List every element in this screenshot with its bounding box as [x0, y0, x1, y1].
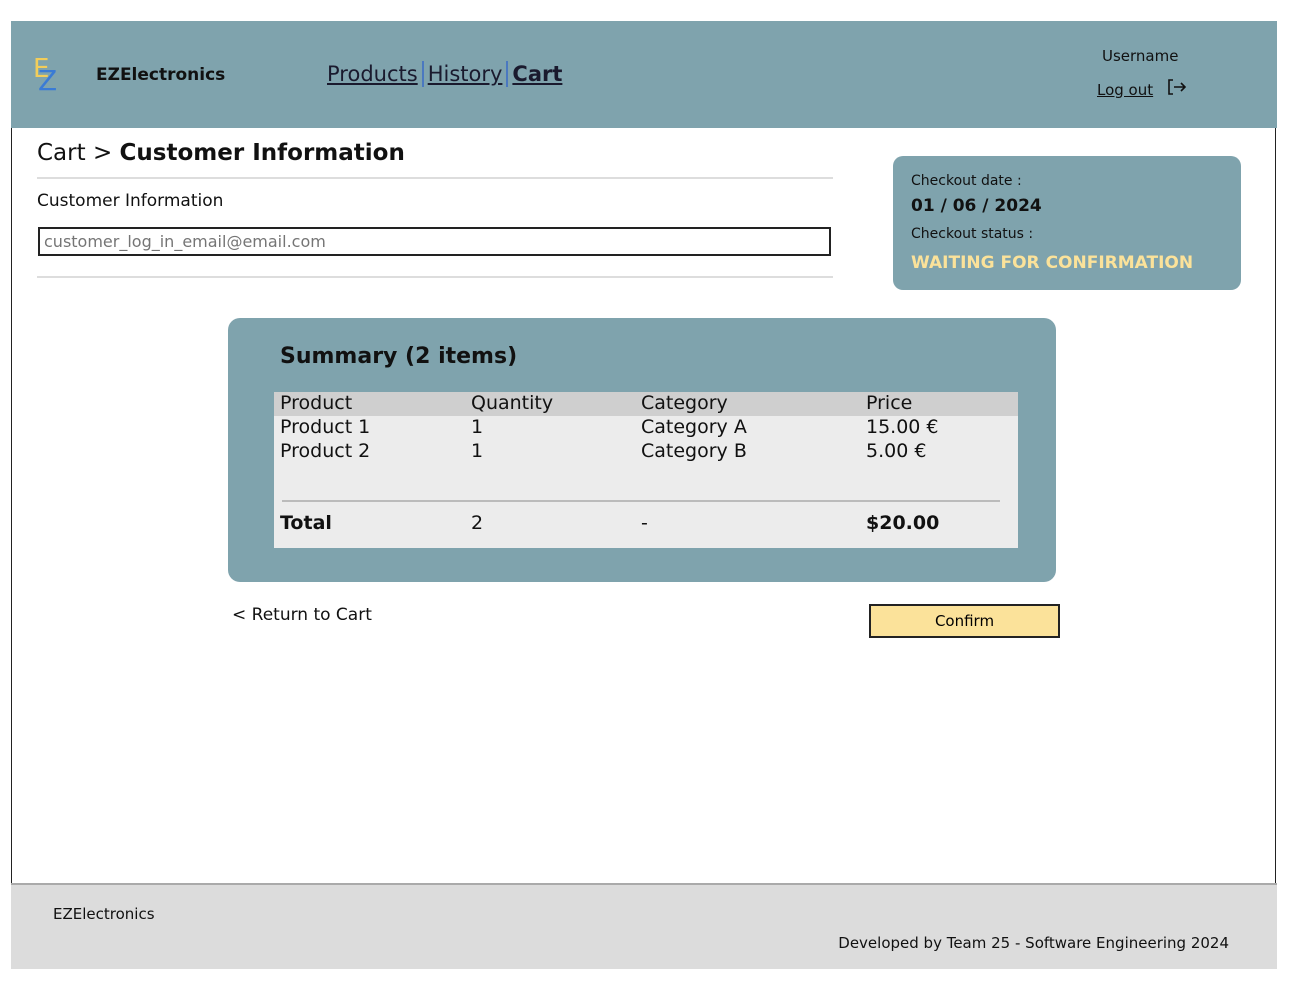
- confirm-button[interactable]: Confirm: [869, 604, 1060, 638]
- total-price: $20.00: [866, 512, 940, 534]
- summary-title: Summary (2 items): [280, 344, 518, 369]
- cell-price: 15.00 €: [866, 416, 939, 438]
- column-header: Price: [866, 392, 913, 414]
- divider: [37, 177, 833, 179]
- logout-arrow-icon[interactable]: [1167, 78, 1187, 101]
- breadcrumb-current: Customer Information: [119, 140, 405, 166]
- nav-separator: [506, 61, 509, 87]
- return-to-cart-link[interactable]: < Return to Cart: [232, 605, 372, 625]
- app-header: E Z EZElectronics Products History Cart …: [11, 21, 1277, 128]
- checkout-date-label: Checkout date :: [911, 173, 1022, 189]
- checkout-status-value: WAITING FOR CONFIRMATION: [911, 253, 1194, 273]
- column-header: Quantity: [471, 392, 554, 414]
- footer-brand: EZElectronics: [53, 905, 155, 923]
- total-label: Total: [280, 512, 332, 534]
- nav-separator: [421, 61, 424, 87]
- checkout-status-label: Checkout status :: [911, 226, 1034, 242]
- cell-category: Category B: [641, 440, 747, 462]
- checkout-info-panel: Checkout date : 01 / 06 / 2024 Checkout …: [893, 156, 1241, 290]
- total-quantity: 2: [471, 512, 484, 534]
- total-row: Total 2 - $20.00: [274, 512, 1018, 536]
- footer-credit: Developed by Team 25 - Software Engineer…: [838, 934, 1229, 952]
- total-category: -: [641, 512, 648, 534]
- breadcrumb-separator: >: [92, 140, 113, 166]
- nav-cart-link[interactable]: Cart: [512, 62, 562, 86]
- cell-price: 5.00 €: [866, 440, 927, 462]
- cell-product: Product 1: [280, 416, 371, 438]
- logo-letter-z: Z: [38, 64, 58, 97]
- table-header-row: Product Quantity Category Price: [274, 392, 1018, 416]
- app-footer: EZElectronics Developed by Team 25 - Sof…: [11, 883, 1277, 969]
- cell-category: Category A: [641, 416, 747, 438]
- checkout-date-value: 01 / 06 / 2024: [911, 196, 1042, 216]
- nav-history-link[interactable]: History: [428, 62, 503, 86]
- customer-info-label: Customer Information: [37, 191, 224, 211]
- table-row: Product 2 1 Category B 5.00 €: [274, 440, 1018, 464]
- column-header: Category: [641, 392, 728, 414]
- summary-table: Product Quantity Category Price Product …: [274, 392, 1018, 548]
- username-label: Username: [1102, 47, 1179, 65]
- order-summary-panel: Summary (2 items) Product Quantity Categ…: [228, 318, 1056, 582]
- logout-control[interactable]: Log out: [1097, 78, 1187, 101]
- cell-product: Product 2: [280, 440, 371, 462]
- cell-quantity: 1: [471, 416, 484, 438]
- logout-link[interactable]: Log out: [1097, 81, 1153, 99]
- divider: [37, 276, 833, 278]
- breadcrumb: Cart > Customer Information: [37, 140, 405, 166]
- nav-products-link[interactable]: Products: [327, 62, 418, 86]
- cell-quantity: 1: [471, 440, 484, 462]
- app-logo: E Z: [33, 54, 61, 97]
- customer-email-input[interactable]: [38, 227, 831, 256]
- table-row: Product 1 1 Category A 15.00 €: [274, 416, 1018, 440]
- main-nav: Products History Cart: [327, 61, 562, 87]
- table-divider: [282, 500, 1000, 502]
- breadcrumb-parent[interactable]: Cart: [37, 140, 86, 166]
- column-header: Product: [280, 392, 353, 414]
- brand-name: EZElectronics: [96, 65, 226, 85]
